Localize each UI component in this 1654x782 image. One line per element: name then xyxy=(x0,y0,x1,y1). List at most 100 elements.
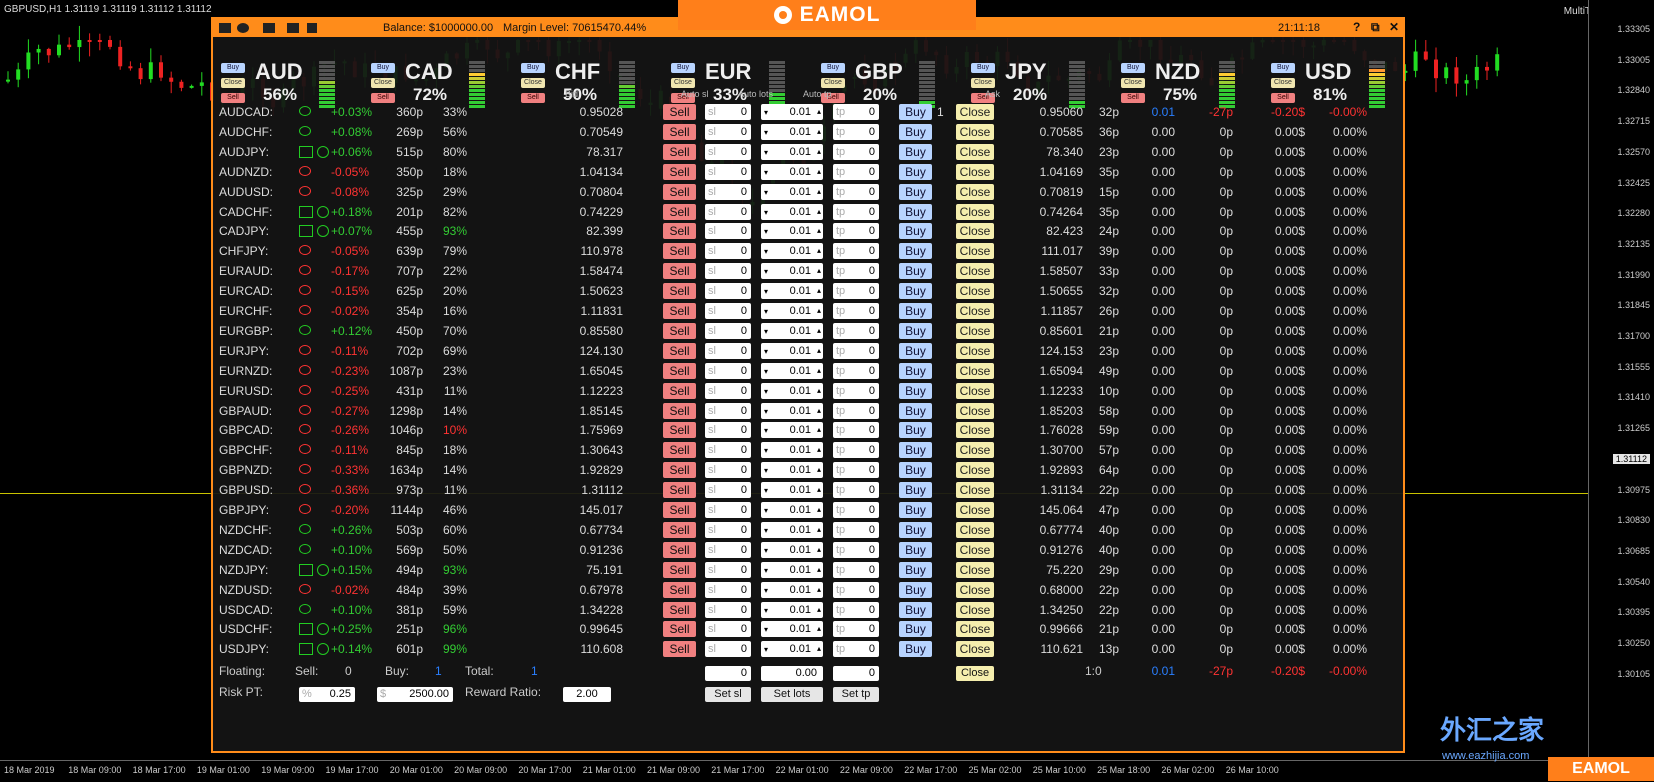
lots-input[interactable]: ▾ 0.01 ▴ xyxy=(761,641,823,658)
lots-input[interactable]: ▾ 0.01 ▴ xyxy=(761,123,823,140)
sl-input[interactable]: sl 0 xyxy=(705,521,751,538)
lots-input[interactable]: ▾ 0.01 ▴ xyxy=(761,183,823,200)
buy-button[interactable]: Buy xyxy=(899,581,932,598)
sell-button[interactable]: Sell xyxy=(663,422,696,439)
sl-input[interactable]: sl 0 xyxy=(705,462,751,479)
lots-input[interactable]: ▾ 0.01 ▴ xyxy=(761,541,823,558)
lots-input[interactable]: ▾ 0.01 ▴ xyxy=(761,462,823,479)
buy-button[interactable]: Buy xyxy=(899,382,932,399)
close-currency-button[interactable]: Close xyxy=(971,78,995,88)
tp-input[interactable]: tp 0 xyxy=(833,203,879,220)
tp-input[interactable]: tp 0 xyxy=(833,342,879,359)
buy-button[interactable]: Buy xyxy=(899,303,932,319)
sl-input[interactable]: sl 0 xyxy=(705,342,751,359)
buy-currency-button[interactable]: Buy xyxy=(821,63,845,73)
close-button[interactable]: Close xyxy=(956,462,994,479)
sell-button[interactable]: Sell xyxy=(663,322,696,339)
close-currency-button[interactable]: Close xyxy=(821,78,845,88)
buy-currency-button[interactable]: Buy xyxy=(371,63,395,73)
sl-input[interactable]: sl 0 xyxy=(705,502,751,518)
lots-input[interactable]: ▾ 0.01 ▴ xyxy=(761,561,823,578)
tp-input[interactable]: tp 0 xyxy=(833,541,879,558)
sl-input[interactable]: sl 0 xyxy=(705,322,751,339)
sell-button[interactable]: Sell xyxy=(663,442,696,459)
set-tp-button[interactable]: Set tp xyxy=(833,687,879,702)
sell-button[interactable]: Sell xyxy=(663,263,696,280)
sl-input[interactable]: sl 0 xyxy=(705,163,751,180)
footer-tp-input[interactable]: 0 xyxy=(833,666,879,681)
close-button[interactable]: Close xyxy=(956,601,994,618)
sell-button[interactable]: Sell xyxy=(663,203,696,220)
folder-icon[interactable] xyxy=(263,23,275,33)
sell-button[interactable]: Sell xyxy=(663,362,696,379)
lots-input[interactable]: ▾ 0.01 ▴ xyxy=(761,362,823,379)
buy-button[interactable]: Buy xyxy=(899,342,932,359)
close-button[interactable]: Close xyxy=(956,621,994,638)
buy-currency-button[interactable]: Buy xyxy=(521,63,545,73)
sell-button[interactable]: Sell xyxy=(663,123,696,140)
sl-input[interactable]: sl 0 xyxy=(705,581,751,598)
lots-input[interactable]: ▾ 0.01 ▴ xyxy=(761,621,823,638)
buy-button[interactable]: Buy xyxy=(899,223,932,240)
close-all-button[interactable]: Close xyxy=(956,666,994,681)
tp-input[interactable]: tp 0 xyxy=(833,322,879,339)
buy-button[interactable]: Buy xyxy=(899,183,932,200)
set-lots-button[interactable]: Set lots xyxy=(761,687,823,702)
sl-input[interactable]: sl 0 xyxy=(705,283,751,300)
close-button[interactable]: Close xyxy=(956,482,994,499)
sell-button[interactable]: Sell xyxy=(663,223,696,240)
lots-input[interactable]: ▾ 0.01 ▴ xyxy=(761,601,823,618)
tp-input[interactable]: tp 0 xyxy=(833,382,879,399)
tp-input[interactable]: tp 0 xyxy=(833,303,879,319)
buy-button[interactable]: Buy xyxy=(899,641,932,658)
sl-input[interactable]: sl 0 xyxy=(705,303,751,319)
buy-button[interactable]: Buy xyxy=(899,521,932,538)
close-currency-button[interactable]: Close xyxy=(521,78,545,88)
buy-button[interactable]: Buy xyxy=(899,402,932,419)
lots-input[interactable]: ▾ 0.01 ▴ xyxy=(761,382,823,399)
close-currency-button[interactable]: Close xyxy=(671,78,695,88)
tp-input[interactable]: tp 0 xyxy=(833,123,879,140)
buy-button[interactable]: Buy xyxy=(899,502,932,518)
sl-input[interactable]: sl 0 xyxy=(705,641,751,658)
buy-button[interactable]: Buy xyxy=(899,123,932,140)
tp-input[interactable]: tp 0 xyxy=(833,283,879,300)
lots-input[interactable]: ▾ 0.01 ▴ xyxy=(761,163,823,180)
tp-input[interactable]: tp 0 xyxy=(833,521,879,538)
sl-input[interactable]: sl 0 xyxy=(705,422,751,439)
close-currency-button[interactable]: Close xyxy=(1121,78,1145,88)
tp-input[interactable]: tp 0 xyxy=(833,243,879,260)
close-button[interactable]: Close xyxy=(956,243,994,260)
risk-usd-input[interactable]: $2500.00 xyxy=(377,687,453,702)
close-button[interactable]: Close xyxy=(956,104,994,120)
sound-icon[interactable] xyxy=(287,23,299,33)
tp-input[interactable]: tp 0 xyxy=(833,482,879,499)
buy-button[interactable]: Buy xyxy=(899,203,932,220)
tp-input[interactable]: tp 0 xyxy=(833,263,879,280)
close-button[interactable]: Close xyxy=(956,143,994,160)
sl-input[interactable]: sl 0 xyxy=(705,601,751,618)
sell-button[interactable]: Sell xyxy=(663,183,696,200)
sl-input[interactable]: sl 0 xyxy=(705,402,751,419)
tp-input[interactable]: tp 0 xyxy=(833,601,879,618)
buy-button[interactable]: Buy xyxy=(899,541,932,558)
close-button[interactable]: Close xyxy=(956,322,994,339)
buy-button[interactable]: Buy xyxy=(899,462,932,479)
sl-input[interactable]: sl 0 xyxy=(705,442,751,459)
lots-input[interactable]: ▾ 0.01 ▴ xyxy=(761,581,823,598)
lots-input[interactable]: ▾ 0.01 ▴ xyxy=(761,502,823,518)
sl-input[interactable]: sl 0 xyxy=(705,123,751,140)
sell-button[interactable]: Sell xyxy=(663,303,696,319)
buy-button[interactable]: Buy xyxy=(899,104,932,120)
tp-input[interactable]: tp 0 xyxy=(833,223,879,240)
buy-button[interactable]: Buy xyxy=(899,243,932,260)
tp-input[interactable]: tp 0 xyxy=(833,442,879,459)
close-button[interactable]: Close xyxy=(956,561,994,578)
lots-input[interactable]: ▾ 0.01 ▴ xyxy=(761,521,823,538)
buy-button[interactable]: Buy xyxy=(899,442,932,459)
tp-input[interactable]: tp 0 xyxy=(833,581,879,598)
close-button[interactable]: Close xyxy=(956,422,994,439)
buy-currency-button[interactable]: Buy xyxy=(671,63,695,73)
sell-button[interactable]: Sell xyxy=(663,561,696,578)
help-button[interactable]: ? xyxy=(1353,20,1360,34)
